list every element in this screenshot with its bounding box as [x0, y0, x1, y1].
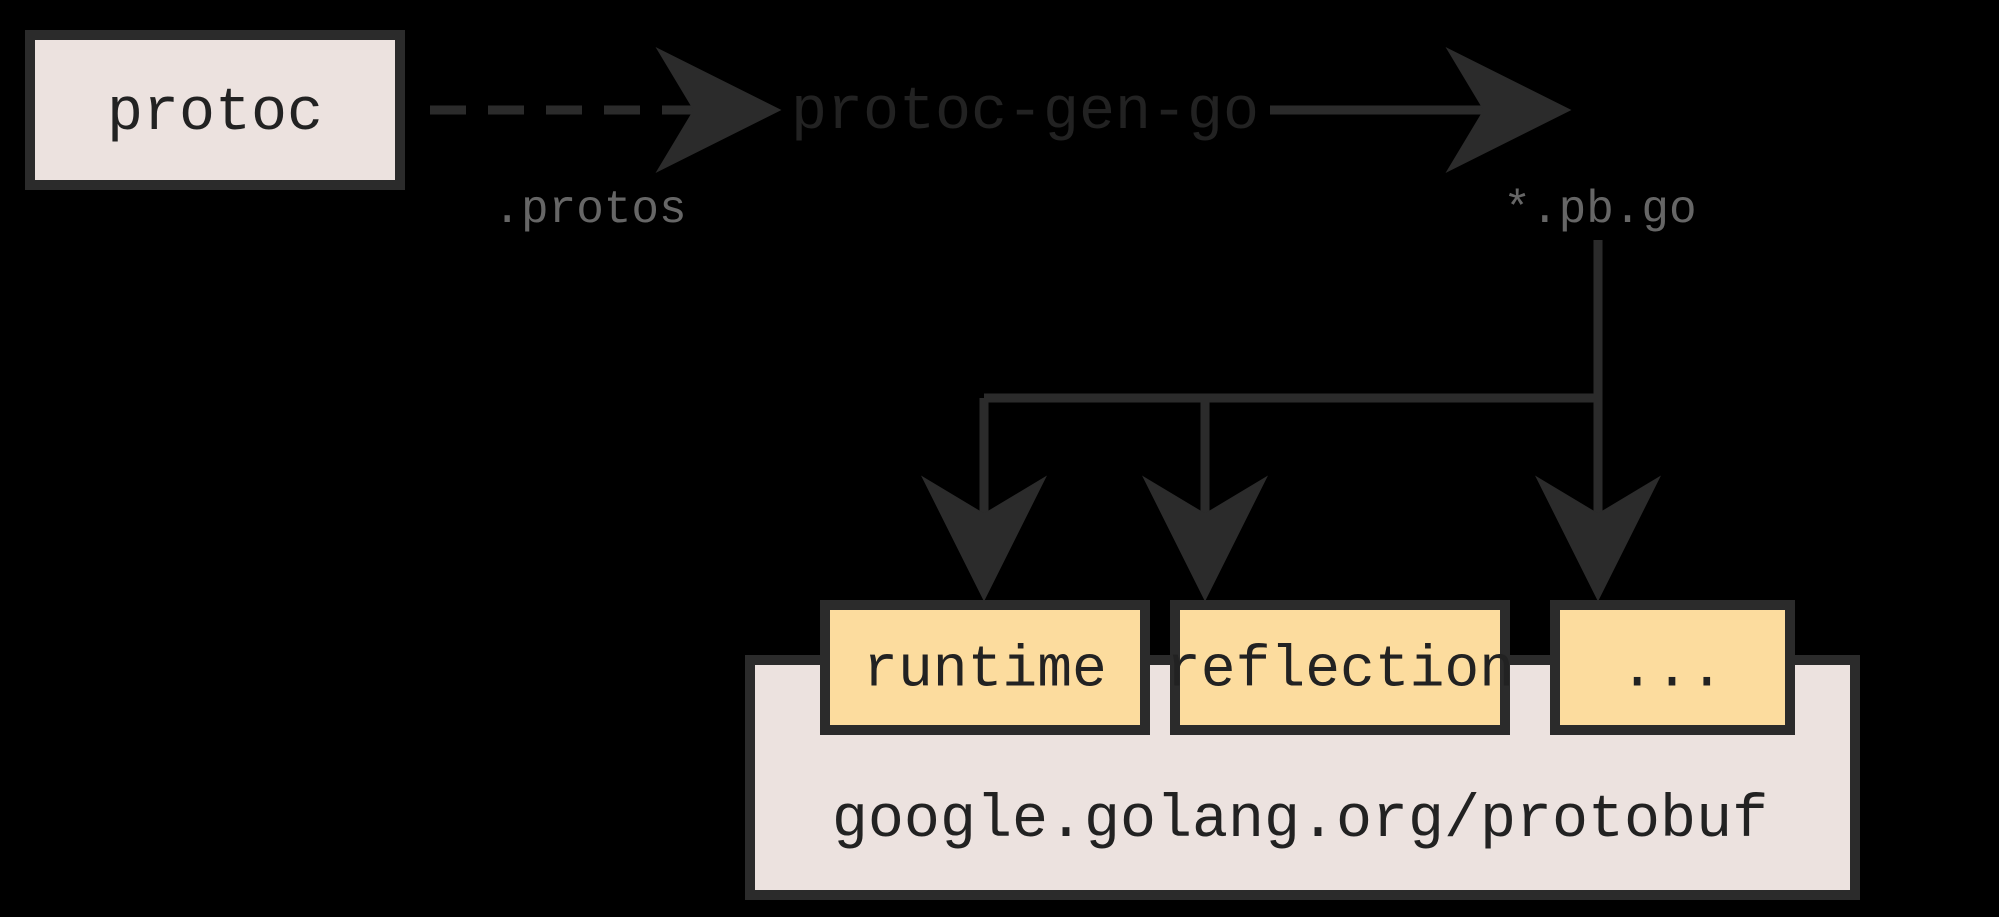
label-protoc: protoc — [107, 80, 323, 148]
label-protos: .protos — [493, 184, 686, 236]
label-runtime: runtime — [863, 638, 1107, 703]
node-more: ... — [1555, 605, 1790, 730]
label-module: google.golang.org/protobuf — [832, 787, 1768, 855]
label-reflection: reflection — [1166, 638, 1514, 703]
node-protoc-gen-go: protoc-gen-go — [791, 79, 1259, 147]
diagram-protobuf-go-pipeline: protoc .protos protoc-gen-go *.pb.go goo… — [0, 0, 1999, 917]
label-pbgo: *.pb.go — [1503, 184, 1696, 236]
edge-generated-to-packages — [984, 240, 1598, 570]
node-protoc: protoc — [30, 35, 400, 185]
node-reflection: reflection — [1166, 605, 1514, 730]
label-more: ... — [1620, 638, 1724, 703]
diagram-svg: protoc .protos protoc-gen-go *.pb.go goo… — [0, 0, 1999, 917]
node-runtime: runtime — [825, 605, 1145, 730]
